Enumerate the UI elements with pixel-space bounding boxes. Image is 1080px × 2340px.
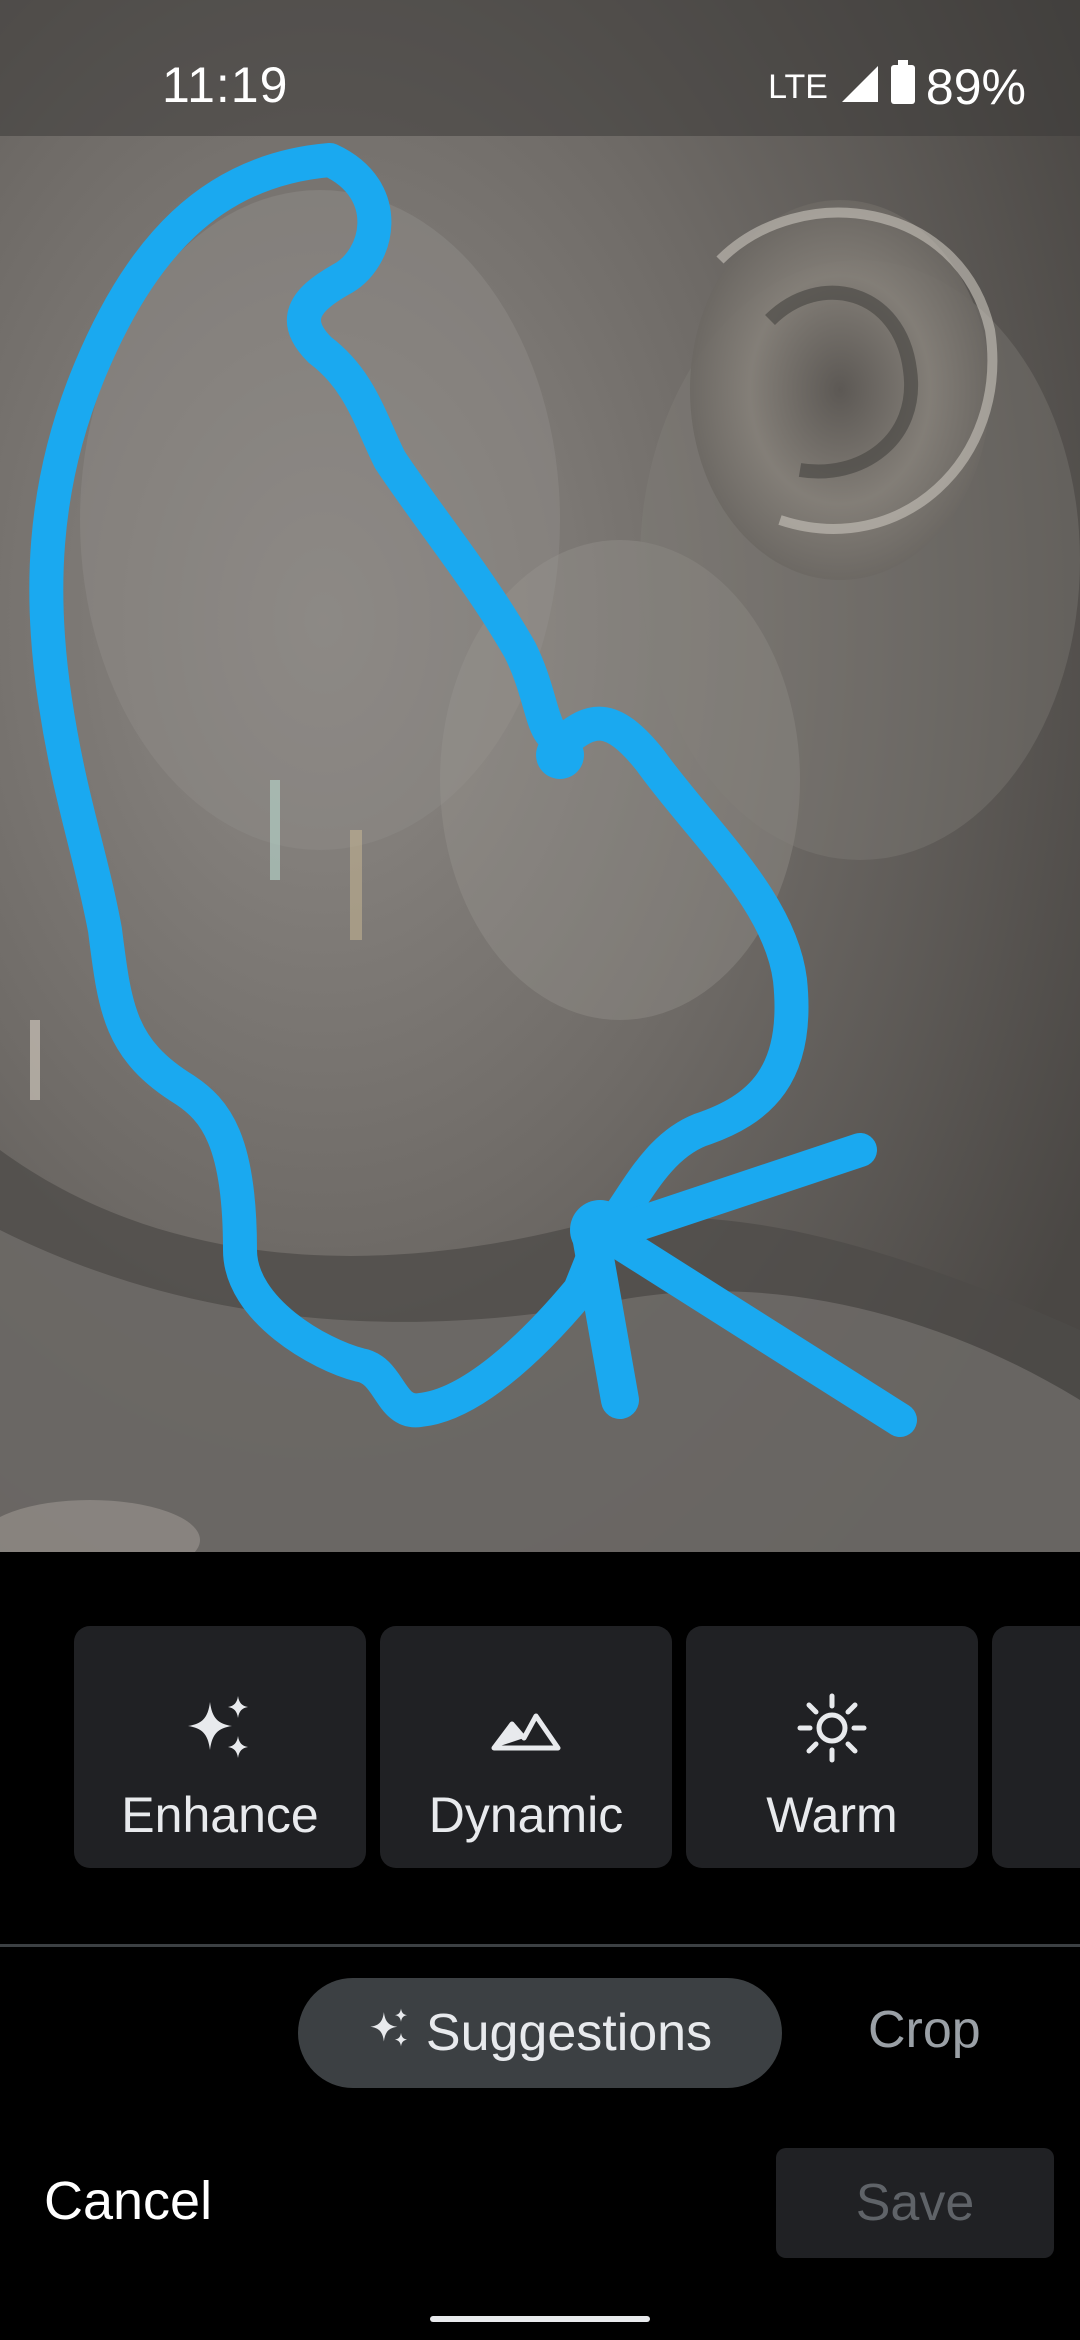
tab-suggestions[interactable]: Suggestions — [298, 1978, 782, 2088]
suggestion-next-partial[interactable] — [992, 1626, 1080, 1868]
mountain-icon — [486, 1688, 566, 1768]
cancel-button[interactable]: Cancel — [44, 2170, 212, 2232]
status-time: 11:19 — [162, 57, 289, 113]
signal-icon — [840, 58, 880, 116]
sparkle-icon — [368, 2003, 412, 2063]
home-indicator[interactable] — [430, 2316, 650, 2322]
suggestion-warm[interactable]: Warm — [686, 1626, 978, 1868]
tab-suggestions-label: Suggestions — [425, 2004, 713, 2062]
divider — [0, 1944, 1080, 1947]
save-button-label: Save — [855, 2174, 975, 2232]
save-button[interactable]: Save — [776, 2148, 1054, 2258]
status-icons: LTE 89% — [768, 58, 1026, 116]
suggestion-label: Enhance — [121, 1787, 319, 1843]
network-type: LTE — [768, 67, 828, 106]
battery-icon — [890, 58, 916, 116]
photo-editor-screen: 11:19 LTE 89% Enhance Dynamic Warm Sugge… — [0, 0, 1080, 2340]
tab-crop[interactable]: Crop — [868, 2000, 981, 2060]
suggestion-dynamic[interactable]: Dynamic — [380, 1626, 672, 1868]
sparkle-icon — [180, 1688, 260, 1768]
status-bar: 11:19 LTE 89% — [0, 0, 1080, 136]
sun-icon — [792, 1688, 872, 1768]
suggestion-label: Warm — [766, 1787, 898, 1843]
battery-percent: 89% — [925, 59, 1026, 115]
suggestion-row[interactable]: Enhance Dynamic Warm — [74, 1626, 1080, 1868]
suggestion-enhance[interactable]: Enhance — [74, 1626, 366, 1868]
coin-photo — [0, 0, 1080, 1552]
suggestion-label: Dynamic — [428, 1787, 624, 1843]
photo-canvas[interactable] — [0, 0, 1080, 1552]
